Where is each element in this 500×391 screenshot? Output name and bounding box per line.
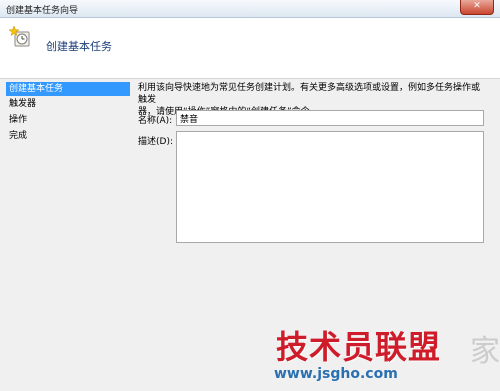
watermark-url: www.jsgho.com — [274, 366, 398, 382]
watermark-logo: 技术员联盟 家 www.jsgho.com — [268, 318, 500, 391]
step-finish[interactable]: 完成 — [6, 129, 130, 143]
task-sparkle-clock-icon — [9, 26, 30, 47]
watermark-brand: 技术员联盟 — [276, 328, 442, 366]
description-line-1: 利用该向导快速地为常见任务创建计划。有关更多高级选项或设置，例如多任务操作或触发 — [138, 83, 481, 105]
wizard-header: 创建基本任务 — [0, 18, 500, 79]
description-label: 描述(D): — [138, 137, 173, 147]
window-title: 创建基本任务向导 — [6, 6, 79, 16]
step-create-basic-task[interactable]: 创建基本任务 — [6, 82, 130, 96]
watermark-side-char: 家 — [470, 334, 500, 369]
close-button[interactable]: ✕ — [460, 0, 494, 15]
page-heading: 创建基本任务 — [46, 40, 112, 53]
step-trigger[interactable]: 触发器 — [6, 97, 130, 111]
close-icon[interactable]: ✕ — [473, 1, 481, 11]
description-textarea[interactable] — [176, 131, 484, 243]
name-input[interactable] — [176, 110, 484, 126]
window-titlebar: 创建基本任务向导 ✕ — [0, 0, 500, 18]
step-action[interactable]: 操作 — [6, 113, 130, 127]
wizard-step-list: 创建基本任务 触发器 操作 完成 — [0, 79, 130, 391]
name-label: 名称(A): — [138, 116, 173, 126]
